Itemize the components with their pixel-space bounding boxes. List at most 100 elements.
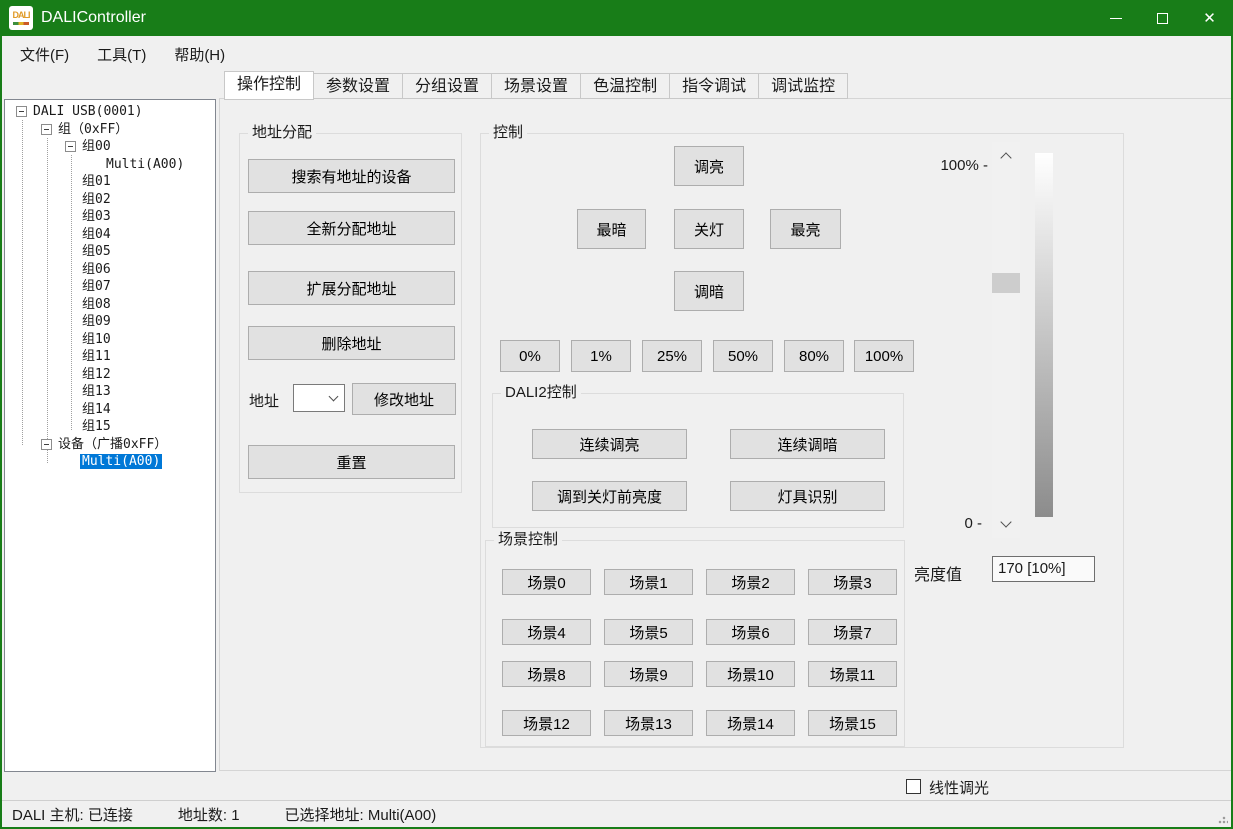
- luminaire-identify-button[interactable]: 灯具识别: [730, 481, 885, 511]
- modify-address-button[interactable]: 修改地址: [352, 383, 456, 415]
- percent-button-80[interactable]: 80%: [784, 340, 844, 372]
- linear-dimming-checkbox[interactable]: [906, 779, 921, 794]
- tree-item[interactable]: 组（0xFF）: [56, 121, 130, 139]
- brightest-button[interactable]: 最亮: [770, 209, 841, 249]
- tab-3[interactable]: 场景设置: [492, 73, 581, 99]
- status-bar: DALI 主机: 已连接 地址数: 1 已选择地址: Multi(A00): [2, 800, 1231, 827]
- percent-button-0[interactable]: 0%: [500, 340, 560, 372]
- percent-button-50[interactable]: 50%: [713, 340, 773, 372]
- scene-button-5[interactable]: 场景5: [604, 619, 693, 645]
- scene-button-8[interactable]: 场景8: [502, 661, 591, 687]
- brightness-scrollbar[interactable]: [992, 142, 1020, 538]
- tree-item[interactable]: DALI USB(0001): [31, 103, 145, 121]
- scene-button-4[interactable]: 场景4: [502, 619, 591, 645]
- scene-button-10[interactable]: 场景10: [706, 661, 795, 687]
- tab-5[interactable]: 指令调试: [670, 73, 759, 99]
- tree-item[interactable]: 组02: [80, 191, 113, 209]
- tree-item-label: 组03: [80, 209, 113, 224]
- tree-expander[interactable]: [16, 106, 27, 117]
- status-address-count: 地址数: 1: [178, 804, 240, 825]
- tree-item[interactable]: 组08: [80, 296, 113, 314]
- maximize-button[interactable]: [1139, 0, 1186, 36]
- tree-item[interactable]: 组04: [80, 226, 113, 244]
- scene-control-group-title: 场景控制: [494, 531, 562, 549]
- tree-item[interactable]: 组14: [80, 401, 113, 419]
- percent-button-100[interactable]: 100%: [854, 340, 914, 372]
- scene-button-12[interactable]: 场景12: [502, 710, 591, 736]
- extend-assign-addresses-button[interactable]: 扩展分配地址: [248, 271, 455, 305]
- tree-expander[interactable]: [65, 141, 76, 152]
- tree-guide: [71, 155, 72, 430]
- tree-item[interactable]: 组03: [80, 208, 113, 226]
- dali2-control-group: DALI2控制 连续调亮 连续调暗 调到关灯前亮度 灯具识别: [492, 393, 904, 528]
- tree-item[interactable]: 组07: [80, 278, 113, 296]
- scroll-up-icon[interactable]: [1000, 152, 1011, 163]
- tree-item[interactable]: Multi(A00): [80, 453, 162, 471]
- tree-item[interactable]: 组10: [80, 331, 113, 349]
- tree-item[interactable]: 组09: [80, 313, 113, 331]
- scroll-down-icon[interactable]: [1000, 516, 1011, 527]
- tab-4[interactable]: 色温控制: [581, 73, 670, 99]
- scrollbar-thumb[interactable]: [992, 273, 1020, 293]
- assign-new-addresses-button[interactable]: 全新分配地址: [248, 211, 455, 245]
- continuous-dim-button[interactable]: 连续调暗: [730, 429, 885, 459]
- tree-item[interactable]: Multi(A00): [104, 156, 186, 174]
- tree-expander[interactable]: [41, 439, 52, 450]
- tree-item[interactable]: 组06: [80, 261, 113, 279]
- resize-grip[interactable]: [1218, 814, 1228, 824]
- scene-button-3[interactable]: 场景3: [808, 569, 897, 595]
- tree-item[interactable]: 组00: [80, 138, 113, 156]
- delete-address-button[interactable]: 删除地址: [248, 326, 455, 360]
- percent-button-1[interactable]: 1%: [571, 340, 631, 372]
- tab-2[interactable]: 分组设置: [403, 73, 492, 99]
- scene-button-11[interactable]: 场景11: [808, 661, 897, 687]
- reset-button[interactable]: 重置: [248, 445, 455, 479]
- menu-item-2[interactable]: 帮助(H): [164, 38, 235, 71]
- tree-item-label: 组14: [80, 402, 113, 417]
- scene-button-13[interactable]: 场景13: [604, 710, 693, 736]
- search-addressed-devices-button[interactable]: 搜索有地址的设备: [248, 159, 455, 193]
- dim-button[interactable]: 调暗: [674, 271, 744, 311]
- minimize-button[interactable]: [1092, 0, 1139, 36]
- scene-button-1[interactable]: 场景1: [604, 569, 693, 595]
- tree-expander[interactable]: [41, 124, 52, 135]
- app-window: DALI DALIController ✕ 文件(F)工具(T)帮助(H) 操作…: [0, 0, 1233, 829]
- status-selected-address: 已选择地址: Multi(A00): [285, 804, 437, 825]
- menu-bar: 文件(F)工具(T)帮助(H): [2, 36, 1231, 72]
- chevron-down-icon: [329, 392, 339, 402]
- minimize-icon: [1110, 18, 1122, 19]
- scene-button-2[interactable]: 场景2: [706, 569, 795, 595]
- tree-item[interactable]: 设备（广播0xFF）: [56, 436, 169, 454]
- tree-item[interactable]: 组11: [80, 348, 113, 366]
- menu-item-0[interactable]: 文件(F): [10, 38, 79, 71]
- tree-item[interactable]: 组15: [80, 418, 113, 436]
- lights-off-button[interactable]: 关灯: [674, 209, 744, 249]
- tree-item[interactable]: 组13: [80, 383, 113, 401]
- percent-button-25[interactable]: 25%: [642, 340, 702, 372]
- brighten-button[interactable]: 调亮: [674, 146, 744, 186]
- title-bar: DALI DALIController ✕: [0, 0, 1233, 36]
- tree-item[interactable]: 组12: [80, 366, 113, 384]
- tree-item[interactable]: 组01: [80, 173, 113, 191]
- tree-item-label: 组04: [80, 227, 113, 242]
- scene-button-14[interactable]: 场景14: [706, 710, 795, 736]
- scene-button-15[interactable]: 场景15: [808, 710, 897, 736]
- tab-1[interactable]: 参数设置: [314, 73, 403, 99]
- scene-button-0[interactable]: 场景0: [502, 569, 591, 595]
- tab-0[interactable]: 操作控制: [224, 71, 314, 100]
- tab-6[interactable]: 调试监控: [759, 73, 848, 99]
- scene-button-7[interactable]: 场景7: [808, 619, 897, 645]
- tree-guide: [47, 138, 48, 463]
- tree-item[interactable]: 组05: [80, 243, 113, 261]
- dimmest-button[interactable]: 最暗: [577, 209, 646, 249]
- tree-item-label: DALI USB(0001): [31, 104, 145, 119]
- scene-button-6[interactable]: 场景6: [706, 619, 795, 645]
- menu-item-1[interactable]: 工具(T): [87, 38, 156, 71]
- recall-last-level-button[interactable]: 调到关灯前亮度: [532, 481, 687, 511]
- address-combobox[interactable]: [293, 384, 345, 412]
- close-button[interactable]: ✕: [1186, 0, 1233, 36]
- scene-button-9[interactable]: 场景9: [604, 661, 693, 687]
- tree-item-label: 组08: [80, 297, 113, 312]
- address-allocation-group-title: 地址分配: [248, 124, 316, 142]
- continuous-brighten-button[interactable]: 连续调亮: [532, 429, 687, 459]
